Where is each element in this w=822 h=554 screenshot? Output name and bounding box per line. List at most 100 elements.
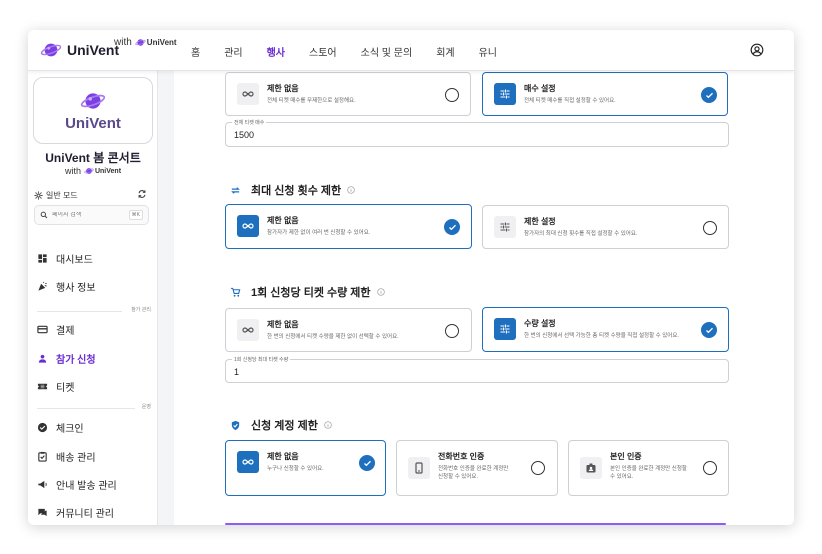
option-description-line: 전화번호 인증을 완료한 계정만 [438, 466, 509, 472]
option-description: 참가자의 최대 신청 횟수를 직접 설정할 수 있어요. [524, 231, 638, 237]
total-limit-option-set[interactable]: 매수 설정 전체 티켓 매수를 직접 설정할 수 있어요. [482, 72, 728, 116]
planet-logo-icon [40, 43, 62, 57]
option-title: 제한 설정 [524, 217, 556, 226]
nav-accounting[interactable]: 회계 [436, 44, 454, 59]
field-value: 1 [234, 367, 240, 377]
check-circle-icon[interactable] [359, 455, 375, 471]
nav-uni[interactable]: 유니 [479, 44, 497, 59]
sidebar-item-dashboard[interactable]: 대시보드 [37, 251, 93, 266]
sidebar-item-registration[interactable]: 참가 신청 [37, 351, 96, 366]
with-brand: with UniVent [114, 37, 177, 48]
gear-icon [34, 191, 43, 200]
radio-unchecked[interactable] [531, 461, 545, 475]
ticket-icon [37, 383, 48, 390]
section-title-text: 최대 신청 횟수 제한 [251, 185, 342, 197]
group-label-participation: 참가 관리 [131, 307, 151, 313]
radio-unchecked[interactable] [445, 88, 459, 102]
id-badge-icon [586, 463, 596, 473]
radio-unchecked[interactable] [703, 461, 717, 475]
total-limit-option-no-limit[interactable]: 제한 없음 전체 티켓 매수를 무제한으로 설정해요. [225, 72, 471, 116]
main-nav: 홈 관리 행사 스토어 소식 및 문의 회계 유니 [191, 44, 521, 59]
sidebar-item-label: 체크인 [56, 424, 84, 435]
option-title: 수량 설정 [524, 319, 556, 328]
brand-logo[interactable]: UniVent [40, 40, 119, 60]
next-section-edge [225, 523, 726, 525]
mode-indicator: 일반 모드 [34, 190, 78, 201]
radio-unchecked[interactable] [703, 221, 717, 235]
check-circle-icon[interactable] [444, 219, 460, 235]
with-label: with [114, 37, 132, 48]
infinity-icon [242, 459, 254, 465]
sliders-icon [500, 324, 510, 334]
sidebar-item-ticket[interactable]: 티켓 [37, 379, 74, 394]
option-icon [237, 215, 259, 237]
page-search-input[interactable] [52, 212, 122, 218]
option-description: 한 번의 신청에서 티켓 수량을 제한 없이 선택할 수 있어요. [267, 334, 399, 340]
option-title: 제한 없음 [267, 216, 299, 225]
option-icon [237, 83, 259, 105]
max-apply-option-no-limit[interactable]: 제한 없음 참가자가 제한 없이 여러 번 신청할 수 있어요. [225, 204, 472, 249]
per-apply-option-set[interactable]: 수량 설정 한 번의 신청에서 선택 가능한 총 티켓 수량을 직접 설정할 수… [482, 307, 729, 352]
switch-mode-icon[interactable] [137, 189, 147, 199]
field-label: 전체 티켓 매수 [232, 119, 267, 126]
app-window: UniVent with UniVent 홈 관리 행사 스토어 소식 및 문의… [28, 30, 794, 525]
max-ticket-per-apply-field[interactable]: 1회 신청당 최대 티켓 수량 1 [225, 356, 729, 383]
option-title: 전화번호 인증 [438, 452, 485, 461]
party-popper-icon [38, 281, 47, 291]
account-icon[interactable] [750, 43, 764, 57]
sidebar-item-payment[interactable]: 결제 [37, 322, 74, 337]
per-apply-option-no-limit[interactable]: 제한 없음 한 번의 신청에서 티켓 수량을 제한 없이 선택할 수 있어요. [225, 308, 472, 352]
sidebar-item-notice-send[interactable]: 안내 발송 관리 [37, 477, 117, 492]
account-limit-option-no-limit[interactable]: 제한 없음 누구나 신청할 수 있어요. [225, 440, 386, 496]
divider [37, 408, 135, 409]
check-circle-icon[interactable] [701, 322, 717, 338]
infinity-icon [242, 327, 254, 333]
option-title: 매수 설정 [524, 84, 556, 93]
option-title: 제한 없음 [267, 452, 299, 461]
info-icon[interactable] [324, 421, 332, 429]
with-brand-name: UniVent [146, 38, 177, 47]
nav-event[interactable]: 행사 [267, 44, 285, 59]
sidebar-item-label: 안내 발송 관리 [56, 481, 117, 492]
option-description: 전체 티켓 매수를 무제한으로 설정해요. [267, 98, 356, 104]
option-description: 전화번호 인증을 완료한 계정만 신청할 수 있어요. [438, 465, 508, 481]
sidebar-item-label: 참가 신청 [56, 355, 96, 366]
chat-icon [38, 508, 47, 517]
group-label-operation: 운영 [141, 404, 151, 410]
section-title-max-apply: 최대 신청 횟수 제한 [230, 182, 355, 198]
sidebar-item-delivery[interactable]: 배송 관리 [37, 449, 96, 464]
option-description-line: 수 있어요. [610, 474, 634, 480]
person-icon [38, 354, 47, 363]
total-ticket-count-field[interactable]: 전체 티켓 매수 1500 [225, 119, 729, 147]
nav-store[interactable]: 스토어 [309, 44, 337, 59]
option-description: 참가자가 제한 없이 여러 번 신청할 수 있어요. [267, 230, 371, 236]
nav-news[interactable]: 소식 및 문의 [361, 44, 413, 59]
info-icon[interactable] [347, 186, 355, 194]
brand-name: UniVent [67, 42, 120, 58]
sidebar-item-community[interactable]: 커뮤니티 관리 [37, 505, 114, 520]
option-title: 본인 인증 [610, 452, 642, 461]
option-icon [237, 319, 259, 341]
option-title: 제한 없음 [267, 320, 299, 329]
info-icon[interactable] [376, 288, 385, 296]
field-label: 1회 신청당 최대 티켓 수량 [232, 356, 291, 363]
account-limit-option-identity[interactable]: 본인 인증 본인 인증을 완료한 계정만 신청할 수 있어요. [568, 440, 729, 496]
search-icon [40, 211, 48, 219]
option-description: 한 번의 신청에서 선택 가능한 총 티켓 수량을 직접 설정할 수 있어요. [524, 333, 679, 339]
option-description-line: 신청할 수 있어요. [438, 474, 479, 480]
event-with-brand: with UniVent [28, 166, 158, 176]
option-description: 누구나 신청할 수 있어요. [267, 466, 324, 472]
check-circle-icon[interactable] [701, 87, 717, 103]
nav-home[interactable]: 홈 [191, 44, 200, 59]
planet-mini-icon [135, 39, 146, 46]
event-title: UniVent 봄 콘서트 [45, 151, 141, 165]
nav-manage[interactable]: 관리 [224, 44, 242, 59]
main-content: 제한 없음 전체 티켓 매수를 무제한으로 설정해요. 매수 설정 전체 티켓 … [174, 71, 794, 525]
radio-unchecked[interactable] [445, 324, 459, 338]
sidebar-item-checkin[interactable]: 체크인 [37, 420, 84, 435]
sidebar-item-event-info[interactable]: 행사 정보 [37, 279, 96, 294]
sidebar-item-label: 티켓 [56, 383, 75, 394]
max-apply-option-set[interactable]: 제한 설정 참가자의 최대 신청 횟수를 직접 설정할 수 있어요. [482, 205, 729, 249]
shield-check-icon [231, 420, 240, 430]
account-limit-option-phone[interactable]: 전화번호 인증 전화번호 인증을 완료한 계정만 신청할 수 있어요. [396, 440, 558, 496]
